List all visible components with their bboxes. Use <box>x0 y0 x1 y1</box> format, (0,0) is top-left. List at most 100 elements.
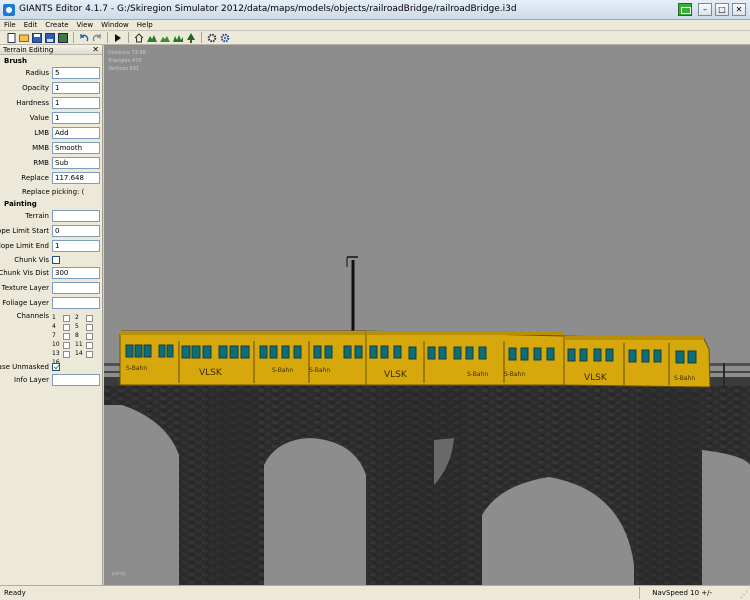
channel-number: 1 <box>52 314 56 321</box>
resize-grip-icon[interactable]: ⋰ <box>740 590 748 599</box>
train-text: VLSK <box>199 368 223 378</box>
new-file-icon[interactable] <box>6 32 16 43</box>
terrain-label: Terrain <box>25 212 49 220</box>
viewport-scene: S-Bahn VLSK S-Bahn S-Bahn VLSK S-Bahn S-… <box>104 45 750 585</box>
maximize-button[interactable]: □ <box>715 3 729 16</box>
replace-picking-label: Replace picking: ( <box>22 188 85 196</box>
info-layer-field[interactable] <box>52 374 100 386</box>
slope-limit-start-field[interactable]: 0 <box>52 225 100 237</box>
painting-row-slope-start: Slope Limit Start 0 <box>0 224 102 239</box>
erase-unmasked-checkbox[interactable] <box>52 363 60 371</box>
gear-icon[interactable] <box>220 33 230 43</box>
camera-label: persp <box>112 571 127 577</box>
foliage-icon[interactable] <box>173 33 183 43</box>
status-indicator-icon[interactable] <box>678 3 692 16</box>
chunk-vis-dist-field[interactable]: 300 <box>52 267 100 279</box>
channel-checkbox[interactable] <box>63 342 70 349</box>
chunk-vis-label: Chunk Vis <box>14 256 49 264</box>
lmb-field[interactable]: Add <box>52 127 100 139</box>
radius-field[interactable]: 5 <box>52 67 100 79</box>
slope-limit-start-label: Slope Limit Start <box>0 227 49 235</box>
channel-checkbox[interactable] <box>86 333 93 340</box>
channel-number: 14 <box>75 350 83 357</box>
painting-row-chunk-vis: Chunk Vis <box>0 254 102 266</box>
rmb-label: RMB <box>33 159 49 167</box>
rmb-field[interactable]: Sub <box>52 157 100 169</box>
railroad-bridge <box>104 363 750 585</box>
menu-window[interactable]: Window <box>101 20 129 30</box>
channel-checkbox[interactable] <box>63 324 70 331</box>
toolbar <box>0 31 750 45</box>
opacity-label: Opacity <box>22 84 49 92</box>
status-bar: Ready NavSpeed 10 +/- ⋰ <box>0 585 750 600</box>
panel-close-icon[interactable]: ✕ <box>92 45 99 55</box>
menu-edit[interactable]: Edit <box>24 20 38 30</box>
export-icon[interactable] <box>58 32 68 43</box>
terrain-field[interactable] <box>52 210 100 222</box>
panel-title-text: Terrain Editing <box>3 46 54 54</box>
train-text: S-Bahn <box>126 365 147 372</box>
channel-number: 5 <box>75 323 79 330</box>
hardness-field[interactable]: 1 <box>52 97 100 109</box>
painting-row-texture-layer: Texture Layer <box>0 281 102 296</box>
stat-triangles: Triangles 470 <box>108 58 142 64</box>
painting-row-foliage-layer: Foliage Layer <box>0 296 102 311</box>
foliage-layer-field[interactable] <box>52 297 100 309</box>
opacity-field[interactable]: 1 <box>52 82 100 94</box>
redo-icon[interactable] <box>92 33 102 43</box>
toolbar-separator <box>128 32 129 43</box>
hardness-label: Hardness <box>16 99 49 107</box>
channel-checkbox[interactable] <box>86 351 93 358</box>
render-stats: Distance 73.48 Triangles 470 Vertices 59… <box>108 49 146 73</box>
menu-file[interactable]: File <box>4 20 16 30</box>
settings-icon[interactable] <box>207 33 217 43</box>
channel-checkbox[interactable] <box>86 324 93 331</box>
foliage-layer-label: Foliage Layer <box>2 299 49 307</box>
channel-checkbox[interactable] <box>86 342 93 349</box>
channel-number: 8 <box>75 332 79 339</box>
texture-layer-label: Texture Layer <box>1 284 49 292</box>
train-text: S-Bahn <box>674 375 695 382</box>
mmb-field[interactable]: Smooth <box>52 142 100 154</box>
menu-view[interactable]: View <box>77 20 94 30</box>
channel-checkbox[interactable] <box>63 315 70 322</box>
train-text: VLSK <box>584 373 608 383</box>
menu-help[interactable]: Help <box>137 20 153 30</box>
minimize-button[interactable]: – <box>698 3 712 16</box>
save-icon[interactable] <box>32 32 42 43</box>
brush-row-opacity: Opacity 1 <box>0 81 102 96</box>
painting-row-slope-end: Slope Limit End 1 <box>0 239 102 254</box>
open-file-icon[interactable] <box>19 33 29 43</box>
channel-checkbox[interactable] <box>86 315 93 322</box>
terrain-icon[interactable] <box>147 33 157 43</box>
channel-checkbox[interactable] <box>63 333 70 340</box>
channel-checkbox[interactable] <box>63 351 70 358</box>
train <box>119 330 711 388</box>
channel-number: 4 <box>52 323 56 330</box>
replace-field[interactable]: 117.648 <box>52 172 100 184</box>
undo-icon[interactable] <box>79 33 89 43</box>
brush-section-title: Brush <box>4 57 27 65</box>
replace-label: Replace <box>21 174 49 182</box>
painting-row-info-layer: Info Layer <box>0 373 102 388</box>
terrain-paint-icon[interactable] <box>160 33 170 43</box>
terrain-editing-panel: Terrain Editing ✕ Brush Radius 5 Opacity… <box>0 45 103 585</box>
tree-icon[interactable] <box>186 32 196 43</box>
play-icon[interactable] <box>113 33 123 43</box>
menu-create[interactable]: Create <box>45 20 68 30</box>
home-icon[interactable] <box>134 32 144 43</box>
channel-number: 13 <box>52 350 60 357</box>
slope-limit-end-field[interactable]: 1 <box>52 240 100 252</box>
title-bar: GIANTS Editor 4.1.7 - G:/Skiregion Simul… <box>0 0 750 20</box>
save-as-icon[interactable] <box>45 32 55 43</box>
train-text: S-Bahn <box>467 371 488 378</box>
painting-row-channels: Channels 1 2 4 5 7 8 10 11 13 14 16 <box>0 311 102 366</box>
value-field[interactable]: 1 <box>52 112 100 124</box>
3d-viewport[interactable]: S-Bahn VLSK S-Bahn S-Bahn VLSK S-Bahn S-… <box>104 45 750 585</box>
lmb-label: LMB <box>34 129 49 137</box>
giants-app-icon <box>3 4 15 16</box>
texture-layer-field[interactable] <box>52 282 100 294</box>
chunk-vis-checkbox[interactable] <box>52 256 60 264</box>
panel-title: Terrain Editing ✕ <box>0 45 102 55</box>
close-button[interactable]: ✕ <box>732 3 746 16</box>
